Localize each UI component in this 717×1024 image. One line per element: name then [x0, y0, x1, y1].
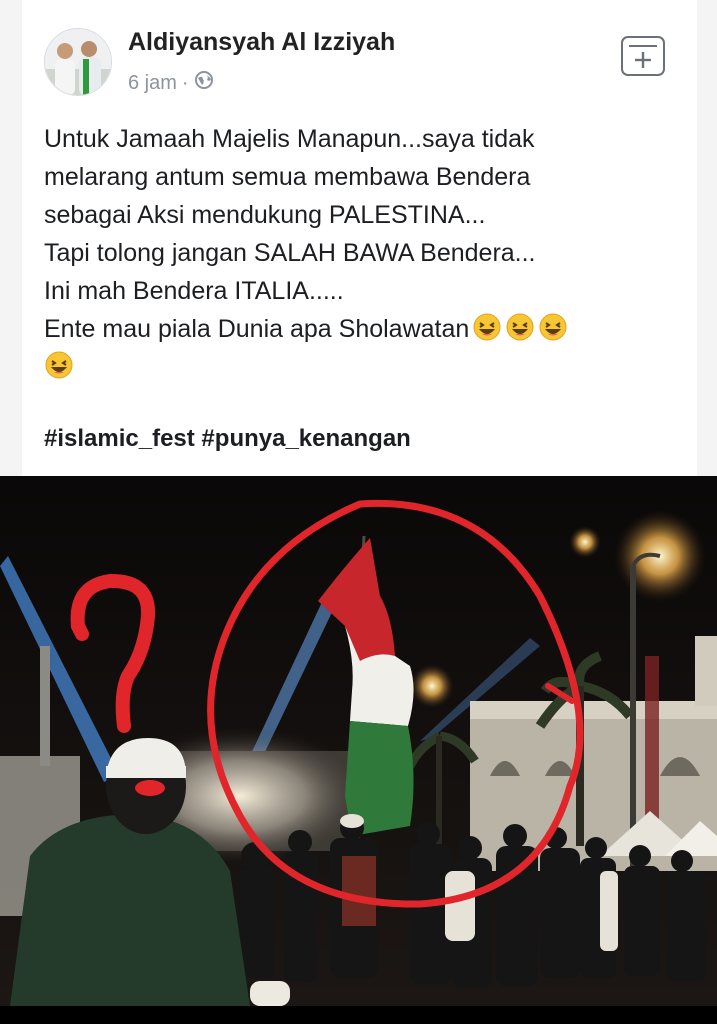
post-text-line-last: Ente mau piala Dunia apa Sholawatan	[44, 310, 684, 348]
laughing-emoji-icon	[473, 313, 501, 341]
card-right-edge	[697, 0, 717, 476]
post-text-line: Ente mau piala Dunia apa Sholawatan	[44, 315, 470, 343]
emoji-line	[44, 348, 684, 386]
post-time[interactable]: 6 jam	[128, 72, 177, 95]
post-photo[interactable]	[0, 476, 717, 1006]
post-text-line: Untuk Jamaah Majelis Manapun...saya tida…	[44, 125, 535, 153]
post-card: Aldiyansyah Al Izziyah 6 jam · Untuk Jam…	[0, 0, 717, 476]
globe-icon	[194, 70, 214, 96]
author-name[interactable]: Aldiyansyah Al Izziyah	[128, 28, 395, 57]
bottom-bar	[0, 1006, 717, 1024]
post-text: Untuk Jamaah Majelis Manapun...saya tida…	[44, 120, 684, 386]
post-meta: 6 jam ·	[128, 70, 214, 96]
save-post-icon[interactable]	[621, 36, 665, 76]
card-left-edge	[0, 0, 22, 476]
post-text-line: Tapi tolong jangan SALAH BAWA Bendera...	[44, 239, 536, 267]
laughing-emoji-icon	[45, 351, 73, 379]
post-text-line: sebagai Aksi mendukung PALESTINA...	[44, 201, 486, 229]
avatar[interactable]	[44, 28, 112, 96]
post-text-line: melarang antum semua membawa Bendera	[44, 163, 531, 191]
meta-separator: ·	[181, 71, 189, 94]
hashtags[interactable]: #islamic_fest #punya_kenangan	[44, 425, 411, 453]
laughing-emoji-icon	[506, 313, 534, 341]
post-text-line: Ini mah Bendera ITALIA.....	[44, 277, 344, 305]
laughing-emoji-icon	[539, 313, 567, 341]
